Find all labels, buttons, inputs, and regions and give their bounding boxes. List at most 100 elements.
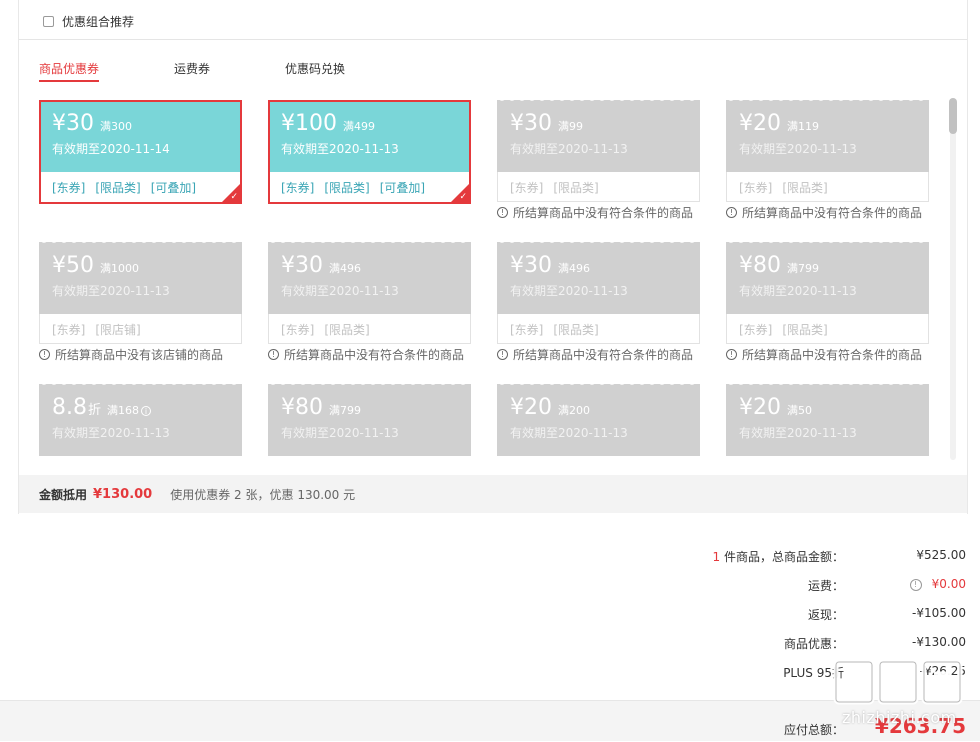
- checkmark-icon: ✓: [230, 192, 238, 202]
- coupon-condition: 满300: [100, 120, 132, 133]
- coupon-face: ¥50 满1000 有效期至2020-11-13: [39, 239, 242, 314]
- coupon-condition: 满799: [787, 262, 819, 275]
- coupon-face: ¥80 满799 有效期至2020-11-13: [268, 381, 471, 456]
- plus-label: PLUS 95折: [783, 666, 844, 680]
- coupon-card[interactable]: ¥20 满119 有效期至2020-11-13 [东券] [限品类]: [726, 98, 929, 202]
- coupon-scrollbar[interactable]: [948, 98, 958, 460]
- coupon-tags: [东券] [限品类]: [497, 314, 700, 344]
- tab-promo-code[interactable]: 优惠码兑换: [285, 60, 345, 77]
- items-value: ¥525.00: [916, 548, 966, 562]
- coupon-price-line: ¥20 满200: [510, 396, 700, 420]
- coupon-tags: [东券] [限品类]: [726, 314, 929, 344]
- coupon-face: ¥30 满496 有效期至2020-11-13: [497, 239, 700, 314]
- coupon-condition: 满1000: [100, 262, 139, 275]
- coupon-card[interactable]: ¥20 满50 有效期至2020-11-13: [726, 381, 929, 456]
- coupon-price-line: ¥20 满50: [739, 396, 929, 420]
- coupon-grid[interactable]: ¥30 满300 有效期至2020-11-14 [东券] [限品类] [可叠加] ✓ ¥100…: [39, 98, 959, 460]
- coupon-tags: [东券] [限店铺]: [39, 314, 242, 344]
- coupon-condition: 满200: [558, 404, 590, 417]
- coupon-tags: [东券] [限品类]: [726, 172, 929, 202]
- coupon-note-text: 所结算商品中没有符合条件的商品: [284, 348, 465, 362]
- divider: [19, 39, 967, 40]
- coupon-tag: [东券]: [739, 181, 773, 195]
- coupon-face: ¥30 满496 有效期至2020-11-13: [268, 239, 471, 314]
- coupon-tag: [东券]: [52, 181, 86, 195]
- coupon-price-line: 8.8 折满168 i: [52, 396, 242, 420]
- coupon-amount: ¥80: [739, 253, 781, 278]
- coupon-amount: 8.8: [52, 395, 87, 420]
- coupon-card[interactable]: ¥30 满496 有效期至2020-11-13 [东券] [限品类]: [497, 239, 700, 344]
- coupon-card[interactable]: ¥50 满1000 有效期至2020-11-13 [东券] [限店铺]: [39, 239, 242, 344]
- coupon-card[interactable]: ¥30 满496 有效期至2020-11-13 [东券] [限品类]: [268, 239, 471, 344]
- coupon-note-text: 所结算商品中没有该店铺的商品: [55, 348, 224, 362]
- coupon-card[interactable]: ¥80 满799 有效期至2020-11-13: [268, 381, 471, 456]
- coupon-tag: [限店铺]: [95, 323, 141, 337]
- coupon-tag: [东券]: [510, 181, 544, 195]
- discount-label: 商品优惠：: [783, 637, 844, 651]
- combo-recommend-checkbox[interactable]: [43, 15, 54, 27]
- coupon-amount: ¥80: [281, 395, 323, 420]
- coupon-card[interactable]: 8.8 折满168 i 有效期至2020-11-13: [39, 381, 242, 456]
- coupon-tag: [限品类]: [782, 181, 828, 195]
- coupon-price-line: ¥30 满496: [510, 254, 700, 278]
- coupon-tag: [限品类]: [324, 323, 370, 337]
- scrollbar-thumb[interactable]: [949, 98, 957, 134]
- coupon-price-line: ¥80 满799: [281, 396, 471, 420]
- coupon-note-text: 所结算商品中没有符合条件的商品: [513, 206, 694, 220]
- tab-product-coupons[interactable]: 商品优惠券: [39, 60, 100, 82]
- coupon-condition: 满496: [329, 262, 361, 275]
- coupon-amount: ¥20: [739, 111, 781, 136]
- coupon-summary-bar: 金额抵用 ¥130.00 使用优惠券 2 张，优惠 130.00 元: [19, 475, 967, 513]
- summary-description: 使用优惠券 2 张，优惠 130.00 元: [170, 487, 356, 502]
- coupon-expiry: 有效期至2020-11-13: [510, 426, 628, 440]
- coupon-tag: [可叠加]: [379, 181, 426, 195]
- coupon-tag: [东券]: [281, 323, 315, 337]
- coupon-card[interactable]: ¥30 满99 有效期至2020-11-13 [东券] [限品类]: [497, 98, 700, 202]
- coupon-note-text: 所结算商品中没有符合条件的商品: [742, 348, 923, 362]
- coupon-card[interactable]: ¥20 满200 有效期至2020-11-13: [497, 381, 700, 456]
- coupon-face: ¥20 满50 有效期至2020-11-13: [726, 381, 929, 456]
- coupon-tags: [东券] [限品类] [可叠加]: [41, 172, 240, 202]
- items-label-wrap: 1 件商品，总商品金额：: [713, 548, 844, 565]
- combo-recommend-row[interactable]: 优惠组合推荐: [43, 10, 134, 32]
- coupon-amount: ¥30: [510, 253, 552, 278]
- coupon-tag: [东券]: [739, 323, 773, 337]
- coupon-condition: 满496: [558, 262, 590, 275]
- coupon-face: ¥80 满799 有效期至2020-11-13: [726, 239, 929, 314]
- coupon-card[interactable]: ¥30 满300 有效期至2020-11-14 [东券] [限品类] [可叠加] ✓: [39, 100, 242, 204]
- coupon-tag: [东券]: [52, 323, 86, 337]
- coupon-amount-unit: 折: [88, 403, 102, 418]
- warning-icon: !: [268, 349, 279, 360]
- coupon-note: ! 所结算商品中没有符合条件的商品: [497, 346, 693, 363]
- coupon-expiry: 有效期至2020-11-13: [281, 142, 399, 156]
- coupon-amount: ¥100: [281, 111, 337, 136]
- payable-footer: 应付总额： ¥263.75: [0, 700, 980, 741]
- summary-amount: ¥130.00: [93, 486, 153, 502]
- coupon-face: ¥20 满119 有效期至2020-11-13: [726, 98, 929, 172]
- coupon-amount: ¥30: [52, 111, 94, 136]
- plus-value: -¥26.25: [919, 664, 966, 678]
- coupon-tag: [可叠加]: [150, 181, 197, 195]
- coupon-note: ! 所结算商品中没有该店铺的商品: [39, 346, 223, 363]
- coupon-condition: 满50: [787, 404, 812, 417]
- freight-info-icon[interactable]: !: [909, 578, 922, 591]
- coupon-card[interactable]: ¥80 满799 有效期至2020-11-13 [东券] [限品类]: [726, 239, 929, 344]
- coupon-expiry: 有效期至2020-11-13: [52, 284, 170, 298]
- coupon-card[interactable]: ¥100 满499 有效期至2020-11-13 [东券] [限品类] [可叠加] ✓: [268, 100, 471, 204]
- combo-recommend-label: 优惠组合推荐: [62, 14, 135, 29]
- coupon-price-line: ¥30 满300: [52, 112, 240, 136]
- checkmark-icon: ✓: [459, 192, 467, 202]
- freight-label: 运费：: [807, 579, 844, 593]
- coupon-note: ! 所结算商品中没有符合条件的商品: [726, 204, 922, 221]
- totals-freight-row: 运费： ! ¥0.00: [586, 577, 966, 597]
- coupon-tag: [限品类]: [553, 181, 599, 195]
- warning-icon: !: [726, 207, 737, 218]
- coupon-amount: ¥20: [739, 395, 781, 420]
- info-icon[interactable]: i: [141, 406, 152, 416]
- totals-items-row: 1 件商品，总商品金额： ¥525.00: [586, 548, 966, 568]
- tab-freight-coupons[interactable]: 运费券: [174, 60, 210, 77]
- coupon-note: ! 所结算商品中没有符合条件的商品: [268, 346, 464, 363]
- coupon-tag: [限品类]: [553, 323, 599, 337]
- coupon-note: ! 所结算商品中没有符合条件的商品: [497, 204, 693, 221]
- coupon-amount: ¥50: [52, 253, 94, 278]
